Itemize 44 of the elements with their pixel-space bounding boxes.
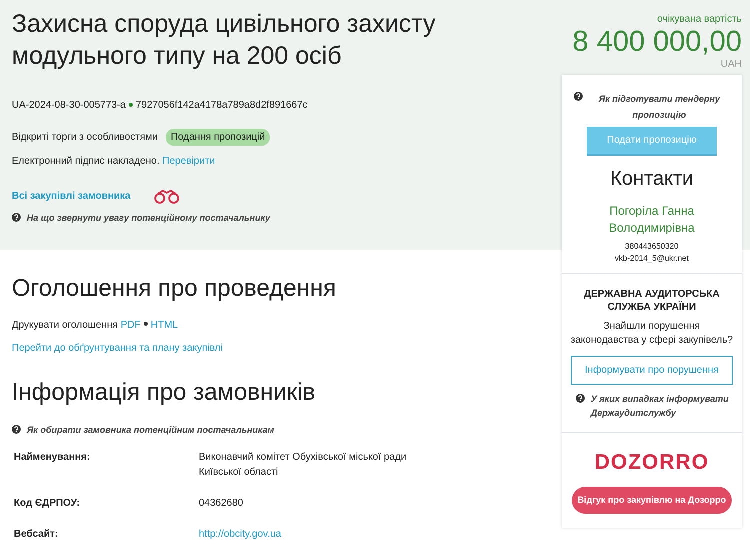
help-icon xyxy=(12,425,21,434)
tender-hash: 7927056f142a4178a789a8d2f891667c xyxy=(136,99,308,113)
hint-link[interactable]: Як обирати замовника потенційним постачальникам xyxy=(27,424,274,438)
field-label: Найменування: xyxy=(14,450,92,464)
hint-link[interactable]: Як підготувати тендерну пропозицію xyxy=(589,91,730,123)
feedback-button[interactable]: Відгук про закупівлю на Дозорро xyxy=(572,486,732,514)
contact-name: Погоріла Ганна Володимирівна xyxy=(608,203,696,237)
field-value: 04362680 xyxy=(199,496,244,510)
hint-link[interactable]: У яких випадках інформувати Держаудитслужбу xyxy=(591,393,734,420)
audit-question: Знайшли порушення законодавства у сфері закупівель? xyxy=(570,320,734,348)
dozorro-logo: DOZORRO xyxy=(594,450,710,476)
website-link[interactable]: http://obcity.gov.ua xyxy=(199,526,282,542)
plan-link[interactable]: Перейти до обґрунтування та плану закупівлі xyxy=(12,343,223,354)
tender-id: UA-2024-08-30-005773-a xyxy=(12,99,126,113)
hint-link[interactable]: На що звернути увагу потенційному постачальнику xyxy=(27,212,270,226)
status-badge: Подання пропозицій xyxy=(166,129,270,146)
separator-dot xyxy=(144,322,148,326)
section-heading: Оголошення про проведення xyxy=(12,274,338,304)
print-label: Друкувати оголошення xyxy=(12,320,118,331)
contact-email: vkb-2014_5@ukr.net xyxy=(614,253,690,265)
separator-dot xyxy=(128,102,133,106)
page-title: Захисна споруда цивільного захисту модульного типу на 200 осіб xyxy=(12,9,437,72)
procedure-type: Відкриті торги з особливостями xyxy=(12,131,158,145)
field-value: Виконавчий комітет Обухівської міської ради Київської області xyxy=(199,450,408,480)
binoculars-icon xyxy=(152,190,181,204)
verify-link[interactable]: Перевірити xyxy=(162,156,216,167)
field-label: Вебсайт: xyxy=(14,528,60,542)
print-link[interactable]: HTML xyxy=(150,320,178,331)
price-amount: 8 400 000,00 xyxy=(572,27,742,57)
field-label: Код ЄДРПОУ: xyxy=(14,496,82,510)
contact-phone: 380443650320 xyxy=(624,241,680,253)
buyer-tenders-link[interactable]: Всі закупівлі замовника xyxy=(12,189,131,204)
audit-title: ДЕРЖАВНА АУДИТОРСЬКА СЛУЖБА УКРАЇНИ xyxy=(583,288,721,314)
report-button[interactable]: Інформувати про порушення xyxy=(571,356,733,385)
contacts-heading: Контакти xyxy=(609,167,695,192)
submit-button[interactable]: Подати пропозицію xyxy=(587,127,717,156)
print-link[interactable]: PDF xyxy=(120,320,141,331)
help-icon xyxy=(576,394,585,403)
help-icon xyxy=(574,92,583,101)
signature-text: Електронний підпис накладено. xyxy=(12,156,160,167)
currency: UAH xyxy=(720,58,742,72)
help-icon xyxy=(12,213,21,222)
section-heading: Інформація про замовників xyxy=(12,378,317,408)
price-label: очікувана вартість xyxy=(656,13,742,27)
